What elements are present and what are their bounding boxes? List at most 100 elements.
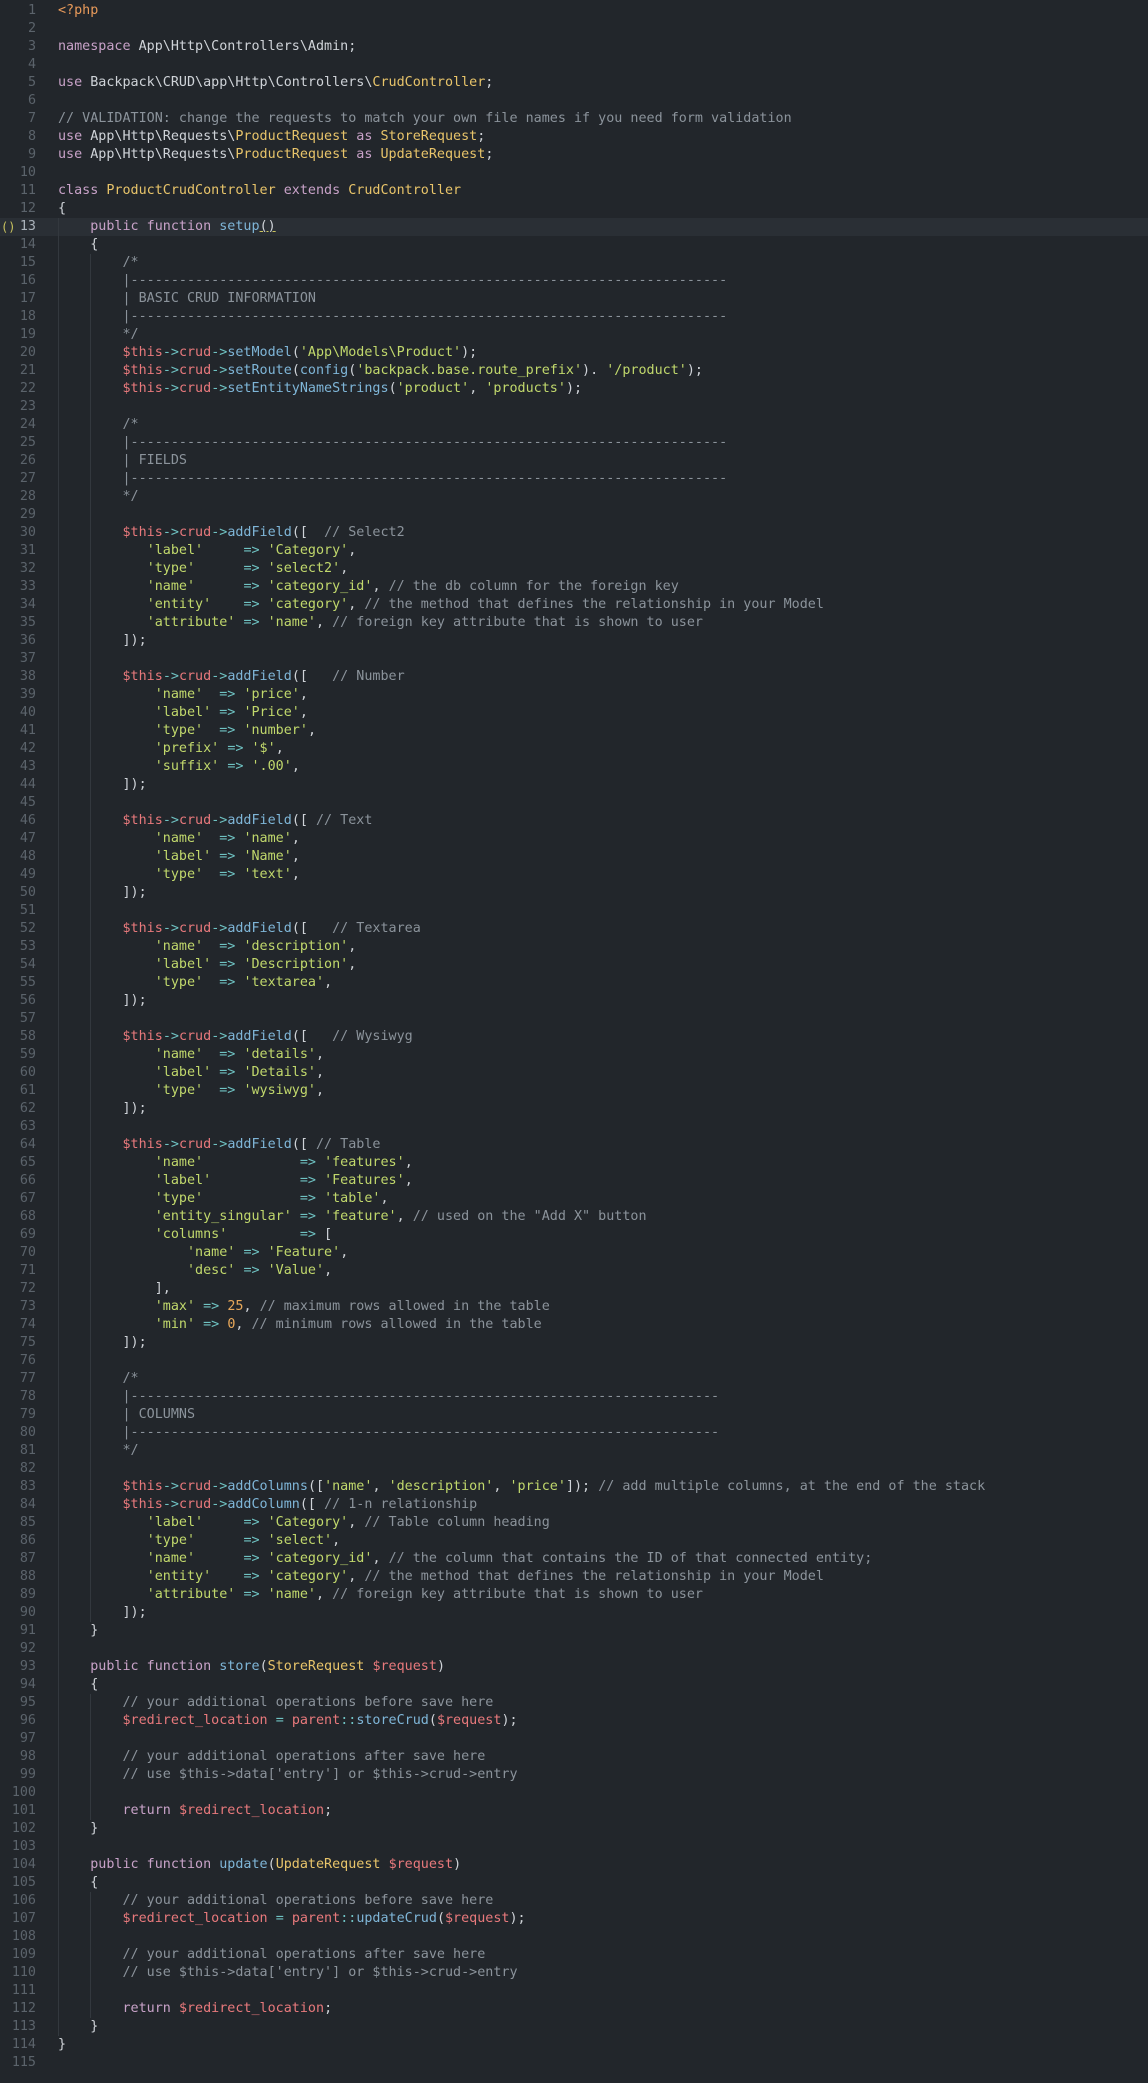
- code-line[interactable]: 79 | COLUMNS: [0, 1406, 1148, 1424]
- code-line[interactable]: 87 'name' => 'category_id', // the colum…: [0, 1550, 1148, 1568]
- code-line[interactable]: 57: [0, 1010, 1148, 1028]
- code-line[interactable]: 114}: [0, 2036, 1148, 2054]
- code-line[interactable]: 115: [0, 2054, 1148, 2072]
- code-line[interactable]: 17 | BASIC CRUD INFORMATION: [0, 290, 1148, 308]
- code-line[interactable]: 45: [0, 794, 1148, 812]
- code-line[interactable]: 1 <?php: [0, 2, 1148, 20]
- code-line[interactable]: 82: [0, 1460, 1148, 1478]
- code-line[interactable]: 73 'max' => 25, // maximum rows allowed …: [0, 1298, 1148, 1316]
- code-line[interactable]: 69 'columns' => [: [0, 1226, 1148, 1244]
- code-line[interactable]: 46 $this->crud->addField([ // Text: [0, 812, 1148, 830]
- code-line[interactable]: 42 'prefix' => '$',: [0, 740, 1148, 758]
- code-line[interactable]: 20 $this->crud->setModel('App\Models\Pro…: [0, 344, 1148, 362]
- code-line[interactable]: 31 'label' => 'Category',: [0, 542, 1148, 560]
- code-line[interactable]: 13() public function setup(): [0, 218, 1148, 236]
- code-line[interactable]: 59 'name' => 'details',: [0, 1046, 1148, 1064]
- code-line[interactable]: 23: [0, 398, 1148, 416]
- code-line[interactable]: 16 |------------------------------------…: [0, 272, 1148, 290]
- code-line[interactable]: 63: [0, 1118, 1148, 1136]
- code-line[interactable]: 111: [0, 1982, 1148, 2000]
- code-line[interactable]: 14 {: [0, 236, 1148, 254]
- code-line[interactable]: 84 $this->crud->addColumn([ // 1-n relat…: [0, 1496, 1148, 1514]
- code-line[interactable]: 72 ],: [0, 1280, 1148, 1298]
- code-line[interactable]: 58 $this->crud->addField([ // Wysiwyg: [0, 1028, 1148, 1046]
- code-line[interactable]: 44 ]);: [0, 776, 1148, 794]
- code-line[interactable]: 62 ]);: [0, 1100, 1148, 1118]
- code-line[interactable]: 89 'attribute' => 'name', // foreign key…: [0, 1586, 1148, 1604]
- code-line[interactable]: 40 'label' => 'Price',: [0, 704, 1148, 722]
- code-line[interactable]: 64 $this->crud->addField([ // Table: [0, 1136, 1148, 1154]
- code-line[interactable]: 67 'type' => 'table',: [0, 1190, 1148, 1208]
- code-line[interactable]: 22 $this->crud->setEntityNameStrings('pr…: [0, 380, 1148, 398]
- code-line[interactable]: 61 'type' => 'wysiwyg',: [0, 1082, 1148, 1100]
- code-line[interactable]: 107 $redirect_location = parent::updateC…: [0, 1910, 1148, 1928]
- code-line[interactable]: 55 'type' => 'textarea',: [0, 974, 1148, 992]
- code-line[interactable]: 50 ]);: [0, 884, 1148, 902]
- code-line[interactable]: 86 'type' => 'select',: [0, 1532, 1148, 1550]
- code-line[interactable]: 38 $this->crud->addField([ // Number: [0, 668, 1148, 686]
- code-line[interactable]: 18 |------------------------------------…: [0, 308, 1148, 326]
- code-line[interactable]: 12 {: [0, 200, 1148, 218]
- code-line[interactable]: 90 ]);: [0, 1604, 1148, 1622]
- code-line[interactable]: 33 'name' => 'category_id', // the db co…: [0, 578, 1148, 596]
- code-line[interactable]: 7 // VALIDATION: change the requests to m…: [0, 110, 1148, 128]
- code-line[interactable]: 10: [0, 164, 1148, 182]
- code-line[interactable]: 21 $this->crud->setRoute(config('backpac…: [0, 362, 1148, 380]
- code-line[interactable]: 60 'label' => 'Details',: [0, 1064, 1148, 1082]
- code-line[interactable]: 68 'entity_singular' => 'feature', // us…: [0, 1208, 1148, 1226]
- code-line[interactable]: 2: [0, 20, 1148, 38]
- code-line[interactable]: 88 'entity' => 'category', // the method…: [0, 1568, 1148, 1586]
- code-line[interactable]: 48 'label' => 'Name',: [0, 848, 1148, 866]
- code-line[interactable]: 102 }: [0, 1820, 1148, 1838]
- code-line[interactable]: 54 'label' => 'Description',: [0, 956, 1148, 974]
- code-line[interactable]: 103: [0, 1838, 1148, 1856]
- code-line[interactable]: 101 return $redirect_location;: [0, 1802, 1148, 1820]
- code-line[interactable]: 52 $this->crud->addField([ // Textarea: [0, 920, 1148, 938]
- code-line[interactable]: 8 use App\Http\Requests\ProductRequest as…: [0, 128, 1148, 146]
- code-editor[interactable]: 1 <?php 2 3 namespace App\Http\Controllers\A…: [0, 0, 1148, 2083]
- code-line[interactable]: 49 'type' => 'text',: [0, 866, 1148, 884]
- code-line[interactable]: 100: [0, 1784, 1148, 1802]
- code-line[interactable]: 70 'name' => 'Feature',: [0, 1244, 1148, 1262]
- code-line[interactable]: 24 /*: [0, 416, 1148, 434]
- code-line[interactable]: 81 */: [0, 1442, 1148, 1460]
- code-line[interactable]: 11 class ProductCrudController extends Cr…: [0, 182, 1148, 200]
- code-line[interactable]: 99 // use $this->data['entry'] or $this-…: [0, 1766, 1148, 1784]
- code-line[interactable]: 66 'label' => 'Features',: [0, 1172, 1148, 1190]
- code-line[interactable]: 83 $this->crud->addColumns(['name', 'des…: [0, 1478, 1148, 1496]
- code-line[interactable]: 39 'name' => 'price',: [0, 686, 1148, 704]
- code-line[interactable]: 108: [0, 1928, 1148, 1946]
- code-line[interactable]: 95 // your additional operations before …: [0, 1694, 1148, 1712]
- code-line[interactable]: 4: [0, 56, 1148, 74]
- code-line[interactable]: 65 'name' => 'features',: [0, 1154, 1148, 1172]
- code-line[interactable]: 37: [0, 650, 1148, 668]
- code-line[interactable]: 6: [0, 92, 1148, 110]
- code-line[interactable]: 27 |------------------------------------…: [0, 470, 1148, 488]
- code-line[interactable]: 47 'name' => 'name',: [0, 830, 1148, 848]
- code-line[interactable]: 97: [0, 1730, 1148, 1748]
- code-line[interactable]: 15 /*: [0, 254, 1148, 272]
- code-line[interactable]: 43 'suffix' => '.00',: [0, 758, 1148, 776]
- code-line[interactable]: 78 |------------------------------------…: [0, 1388, 1148, 1406]
- code-line[interactable]: 32 'type' => 'select2',: [0, 560, 1148, 578]
- code-line[interactable]: 9 use App\Http\Requests\ProductRequest as…: [0, 146, 1148, 164]
- code-line[interactable]: 110 // use $this->data['entry'] or $this…: [0, 1964, 1148, 1982]
- code-line[interactable]: 34 'entity' => 'category', // the method…: [0, 596, 1148, 614]
- code-line[interactable]: 77 /*: [0, 1370, 1148, 1388]
- code-line[interactable]: 104 public function update(UpdateRequest…: [0, 1856, 1148, 1874]
- code-line[interactable]: 53 'name' => 'description',: [0, 938, 1148, 956]
- code-line[interactable]: 28 */: [0, 488, 1148, 506]
- code-line[interactable]: 74 'min' => 0, // minimum rows allowed i…: [0, 1316, 1148, 1334]
- code-line[interactable]: 109 // your additional operations after …: [0, 1946, 1148, 1964]
- code-line[interactable]: 96 $redirect_location = parent::storeCru…: [0, 1712, 1148, 1730]
- code-line[interactable]: 35 'attribute' => 'name', // foreign key…: [0, 614, 1148, 632]
- code-line[interactable]: 3 namespace App\Http\Controllers\Admin;: [0, 38, 1148, 56]
- code-line[interactable]: 26 | FIELDS: [0, 452, 1148, 470]
- code-line[interactable]: 106 // your additional operations before…: [0, 1892, 1148, 1910]
- code-line[interactable]: 80 |------------------------------------…: [0, 1424, 1148, 1442]
- code-line[interactable]: 92: [0, 1640, 1148, 1658]
- code-line[interactable]: 19 */: [0, 326, 1148, 344]
- code-line[interactable]: 112 return $redirect_location;: [0, 2000, 1148, 2018]
- code-line[interactable]: 75 ]);: [0, 1334, 1148, 1352]
- code-line[interactable]: 91 }: [0, 1622, 1148, 1640]
